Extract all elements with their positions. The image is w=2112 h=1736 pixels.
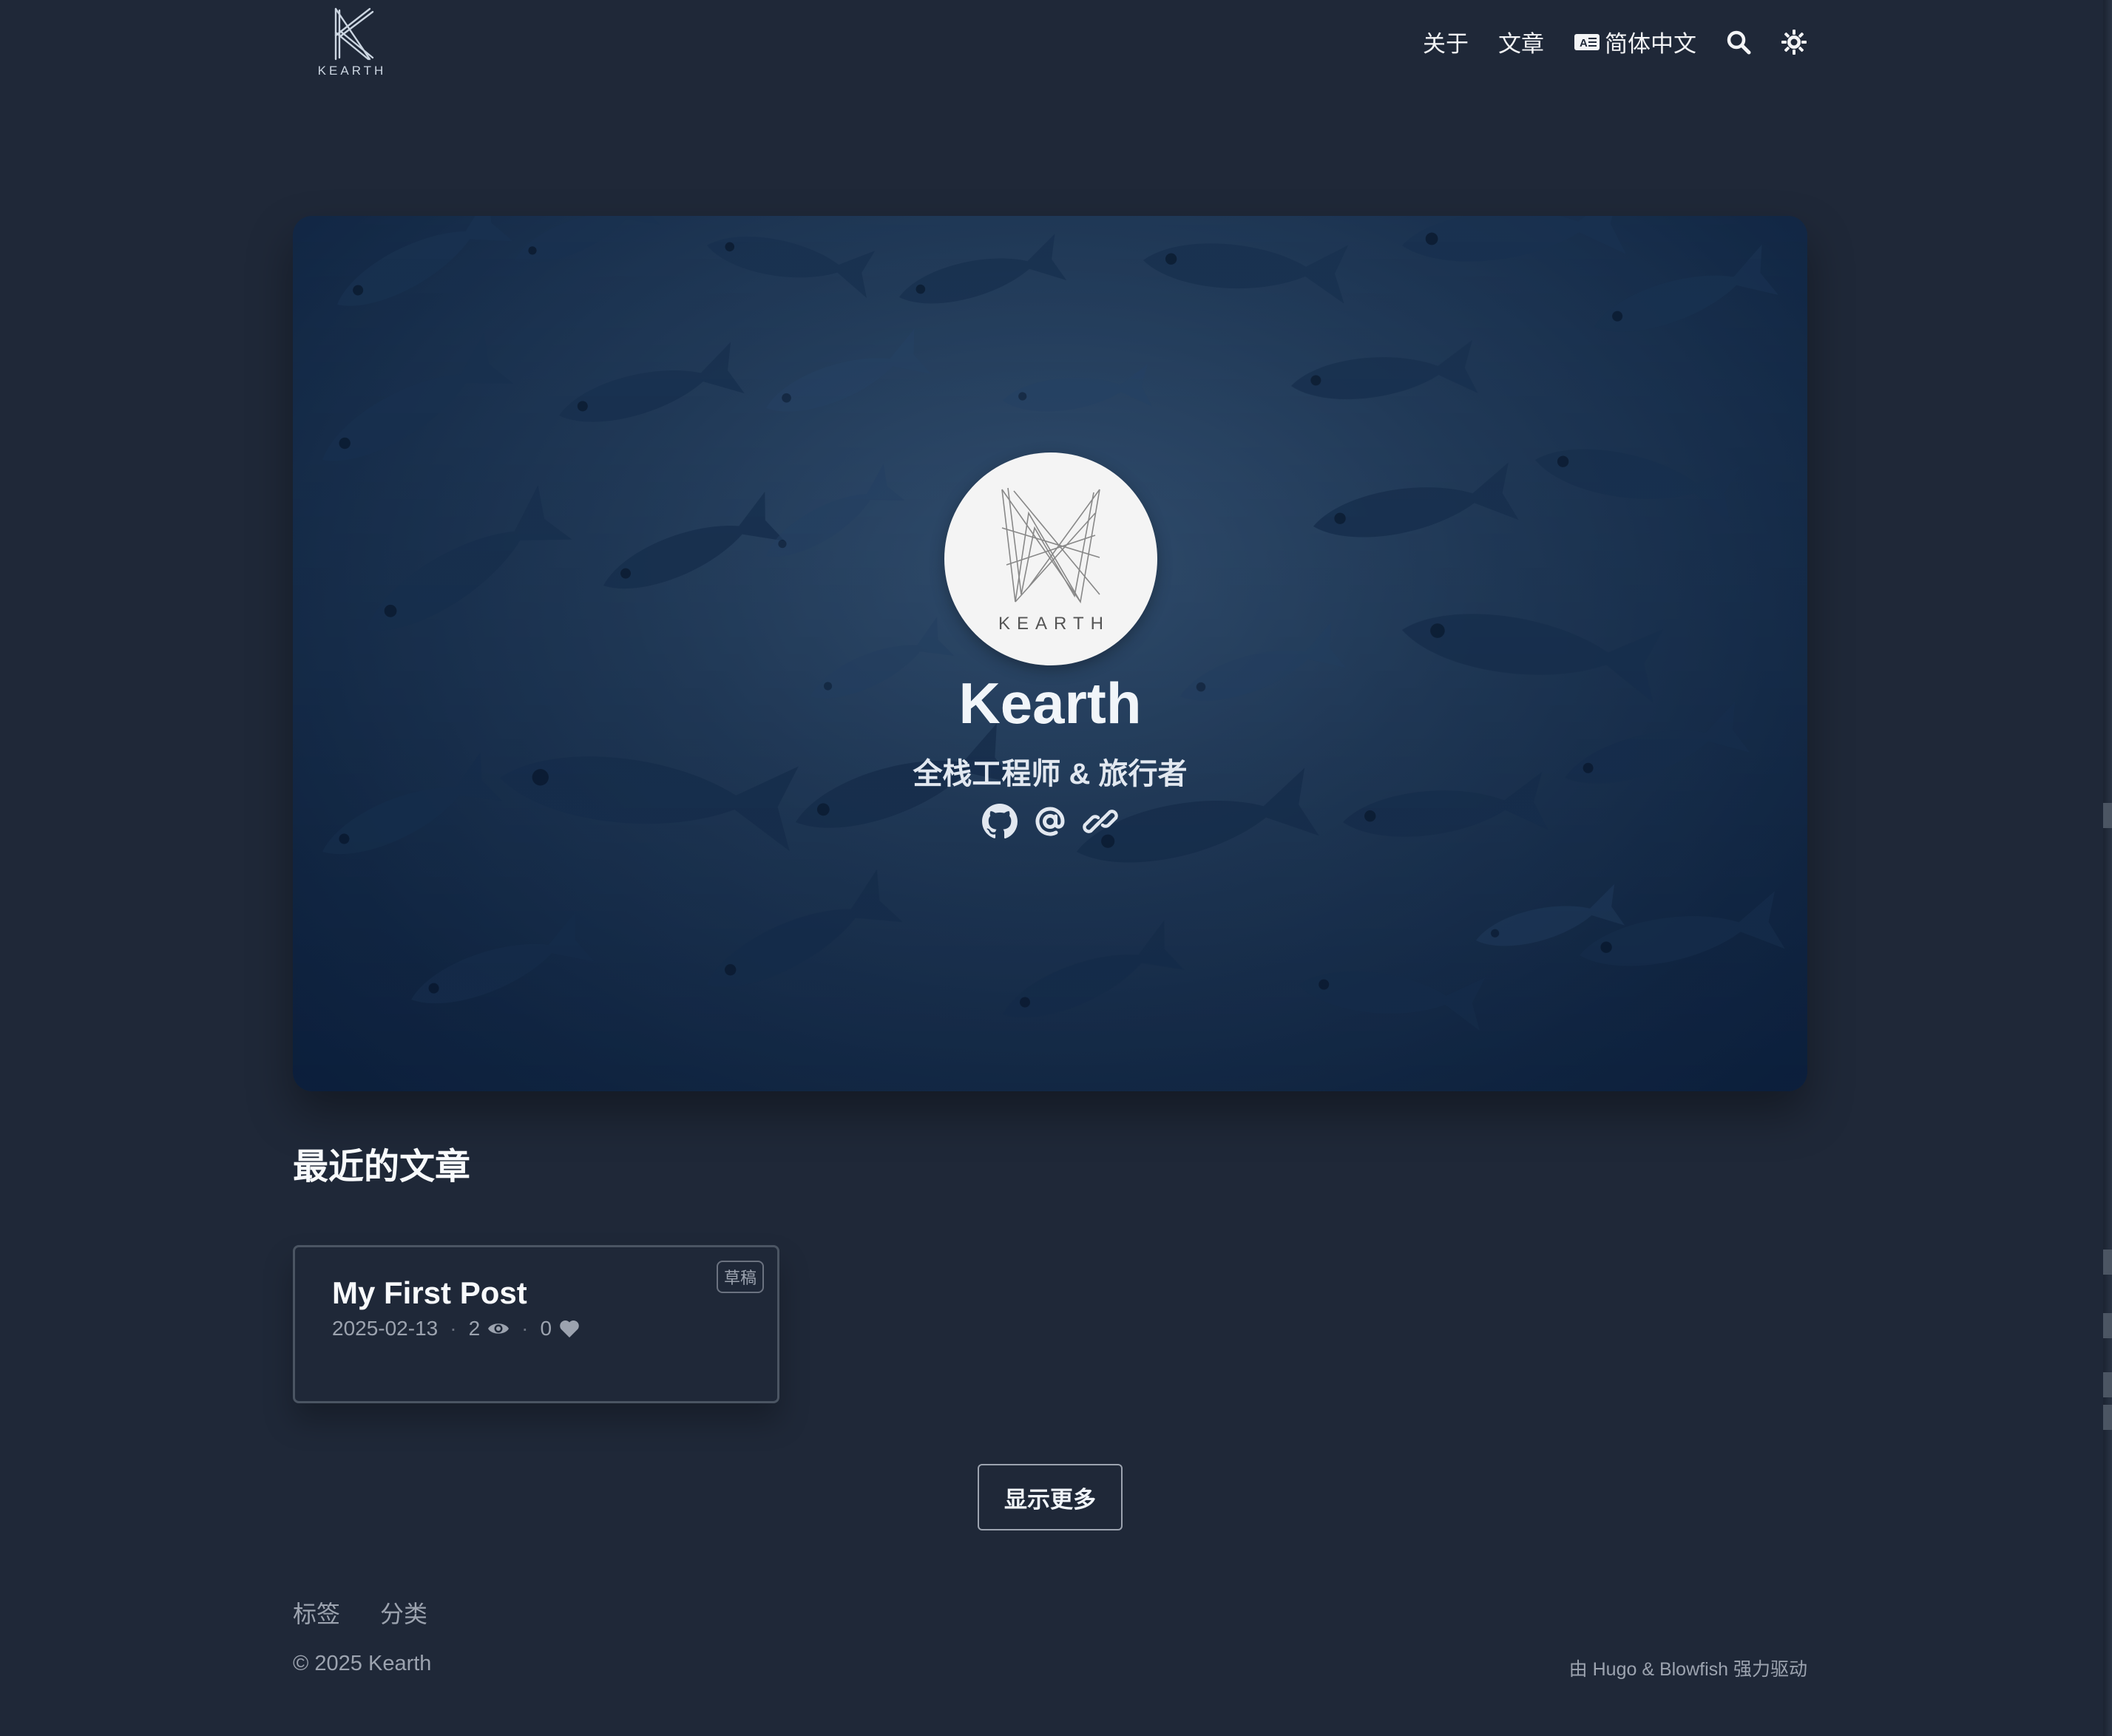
profile-name: Kearth — [958, 671, 1142, 736]
scroll-marker — [2103, 1372, 2112, 1397]
language-switcher[interactable]: A 简体中文 — [1574, 25, 1696, 58]
scrollbar[interactable] — [2103, 0, 2112, 1736]
scroll-marker — [2103, 1313, 2112, 1338]
scroll-marker — [2103, 1405, 2112, 1430]
scroll-marker — [2103, 1250, 2112, 1275]
copyright-text: © 2025 Kearth — [293, 1652, 432, 1675]
post-card[interactable]: 草稿 My First Post 2025-02-13 · 2 · 0 — [293, 1245, 779, 1403]
footer-link-tags[interactable]: 标签 — [293, 1596, 340, 1630]
github-link[interactable] — [981, 803, 1018, 840]
show-more-button[interactable]: 显示更多 — [978, 1464, 1123, 1530]
meta-separator: · — [521, 1317, 529, 1340]
github-icon — [982, 804, 1018, 839]
link-icon — [1083, 810, 1118, 833]
heart-icon — [559, 1319, 580, 1338]
nav-about[interactable]: 关于 — [1423, 25, 1469, 58]
post-views: 2 — [468, 1317, 481, 1340]
eye-icon — [487, 1320, 510, 1337]
avatar-text: KEARTH — [998, 614, 1110, 634]
site-logo[interactable]: KEARTH — [315, 6, 389, 80]
nav-posts[interactable]: 文章 — [1498, 25, 1544, 58]
language-label: 简体中文 — [1605, 31, 1696, 57]
email-link[interactable] — [1032, 803, 1069, 840]
main-nav: 关于 文章 A 简体中文 — [1423, 25, 1807, 58]
draft-badge: 草稿 — [716, 1261, 764, 1293]
social-links — [293, 803, 1807, 840]
search-icon — [1727, 30, 1751, 54]
avatar-logo-icon — [1001, 487, 1100, 604]
search-button[interactable] — [1726, 30, 1751, 55]
post-likes: 0 — [540, 1317, 552, 1340]
email-icon — [1035, 807, 1065, 836]
svg-text:A: A — [1580, 37, 1588, 50]
avatar: KEARTH — [944, 452, 1157, 665]
post-meta: 2025-02-13 · 2 · 0 — [332, 1317, 580, 1340]
logo-mark-icon — [334, 7, 374, 61]
post-date: 2025-02-13 — [332, 1317, 439, 1340]
powered-by-text: 由 Hugo & Blowfish 强力驱动 — [1568, 1659, 1807, 1680]
post-title[interactable]: My First Post — [332, 1275, 527, 1311]
profile-tagline: 全栈工程师 & 旅行者 — [913, 758, 1188, 790]
footer-link-categories[interactable]: 分类 — [380, 1596, 427, 1630]
recent-posts-title: 最近的文章 — [293, 1147, 471, 1187]
website-link[interactable] — [1082, 803, 1119, 840]
site-header: KEARTH 关于 文章 A 简体中文 — [293, 0, 1807, 89]
theme-toggle-icon — [1781, 29, 1807, 55]
footer-nav: 标签 分类 — [293, 1596, 427, 1630]
theme-toggle-button[interactable] — [1781, 29, 1807, 55]
profile-hero: KEARTH Kearth 全栈工程师 & 旅行者 — [293, 216, 1807, 1091]
logo-text: KEARTH — [317, 64, 387, 78]
meta-separator: · — [450, 1317, 457, 1340]
translate-icon: A — [1574, 33, 1600, 50]
scroll-marker — [2103, 803, 2112, 828]
